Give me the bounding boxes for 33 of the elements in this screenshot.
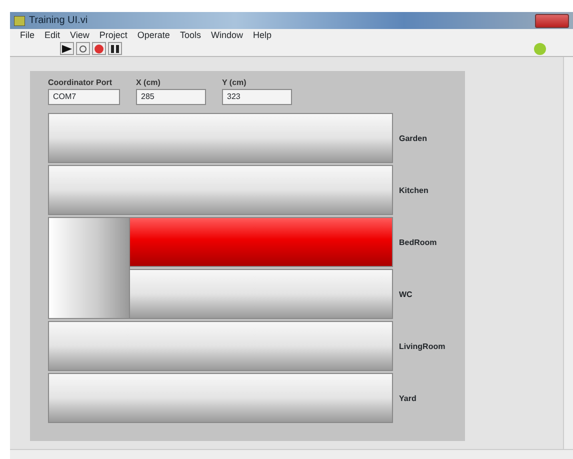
stop-icon — [94, 44, 104, 54]
menu-item[interactable]: Project — [99, 29, 128, 41]
run-continuously-button[interactable] — [76, 42, 90, 55]
menu-item[interactable]: File — [20, 29, 35, 41]
room-label: Garden — [398, 133, 428, 145]
vertical-scrollbar[interactable] — [563, 57, 573, 449]
field-label: X (cm) — [136, 77, 162, 89]
menu-item[interactable]: Edit — [44, 29, 60, 41]
pause-button[interactable] — [108, 42, 122, 55]
run-button[interactable] — [60, 42, 74, 55]
numeric-field[interactable]: 323 — [222, 89, 292, 105]
close-button[interactable] — [535, 14, 569, 28]
menu-item[interactable]: Help — [252, 29, 272, 41]
room-label: BedRoom — [398, 237, 437, 249]
window-title: Training UI.vi — [29, 14, 88, 28]
menu-item[interactable]: Tools — [180, 29, 201, 41]
field-label: Y (cm) — [222, 77, 248, 89]
circle-icon — [78, 44, 88, 52]
menu-item[interactable]: Operate — [137, 29, 170, 41]
pause-icon — [111, 44, 119, 52]
numeric-field[interactable]: 285 — [136, 89, 206, 105]
room-label: LivingRoom — [398, 341, 446, 353]
app-icon — [14, 16, 25, 26]
room-label: Yard — [398, 393, 416, 405]
menu-item[interactable]: Window — [210, 29, 243, 41]
room-label: WC — [398, 289, 412, 301]
field-label: Coordinator Port — [48, 77, 113, 89]
abort-button[interactable] — [92, 42, 106, 55]
room-label: Kitchen — [398, 185, 428, 197]
port-dropdown[interactable]: COM7 — [48, 89, 120, 105]
horizontal-scrollbar[interactable] — [10, 449, 573, 459]
menu-item[interactable]: View — [70, 29, 90, 41]
play-icon — [62, 44, 72, 52]
